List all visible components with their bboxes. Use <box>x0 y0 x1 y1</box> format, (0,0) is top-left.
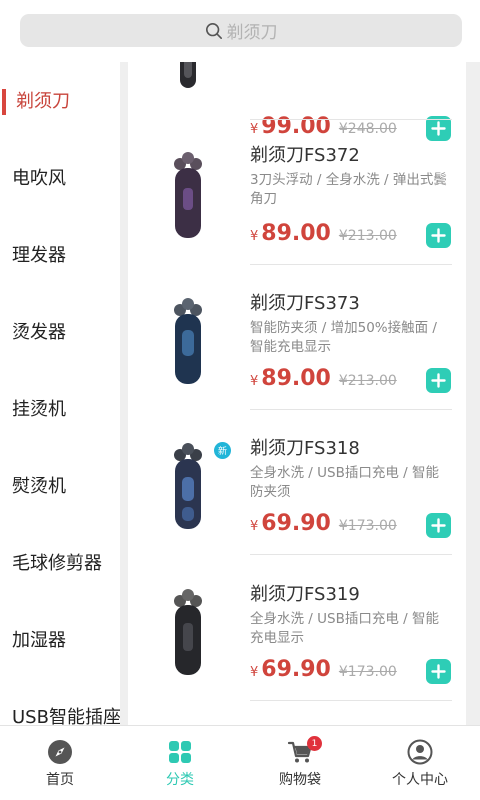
tab-label: 分类 <box>166 772 194 788</box>
original-price: ¥173.00 <box>338 664 397 680</box>
product-card[interactable]: 剃须刀FS373 智能防夹须 / 增加50%接触面 / 智能充电显示 ¥ 89.… <box>128 265 466 410</box>
category-item-curler[interactable]: 烫发器 <box>0 311 120 351</box>
compass-icon <box>48 740 72 764</box>
category-item-hair-clipper[interactable]: 理发器 <box>0 234 120 274</box>
grid-icon <box>169 741 191 763</box>
product-card[interactable]: 剃须刀FS372 3刀头浮动 / 全身水洗 / 弹出式鬓角刀 ¥ 89.00 ¥… <box>128 120 466 265</box>
plus-icon <box>431 664 446 679</box>
search-placeholder: 剃须刀 <box>226 23 278 43</box>
tab-shopping-bag[interactable]: 1 购物袋 <box>240 726 360 800</box>
price-row: ¥ 89.00 ¥213.00 <box>250 366 397 394</box>
search-header: 剃须刀 <box>0 0 480 62</box>
tab-home[interactable]: 首页 <box>0 726 120 800</box>
product-name: 剃须刀FS373 <box>250 293 360 314</box>
plus-icon <box>431 228 446 243</box>
price: 89.00 <box>261 366 331 391</box>
tab-label: 购物袋 <box>279 772 321 788</box>
original-price: ¥173.00 <box>338 518 397 534</box>
category-label: USB智能插座 <box>12 707 120 725</box>
column-divider <box>120 62 128 725</box>
product-description: 3刀头浮动 / 全身水洗 / 弹出式鬓角刀 <box>250 172 447 207</box>
product-card[interactable]: 新 剃须刀FS318 全身水洗 / USB插口充电 / 智能防夹须 ¥ 69.9… <box>128 410 466 555</box>
category-label: 加湿器 <box>12 630 66 651</box>
category-label: 挂烫机 <box>12 399 66 420</box>
tab-label: 个人中心 <box>392 772 448 788</box>
row-separator <box>250 700 452 701</box>
category-item-iron[interactable]: 熨烫机 <box>0 465 120 505</box>
user-icon <box>407 739 433 765</box>
category-label: 理发器 <box>12 245 66 266</box>
tab-profile[interactable]: 个人中心 <box>360 726 480 800</box>
add-to-cart-button[interactable] <box>426 659 451 684</box>
category-item-humidifier[interactable]: 加湿器 <box>0 619 120 659</box>
category-item-garment-steamer[interactable]: 挂烫机 <box>0 388 120 428</box>
add-to-cart-button[interactable] <box>426 513 451 538</box>
category-label: 烫发器 <box>12 322 66 343</box>
category-label: 毛球修剪器 <box>12 553 102 574</box>
price: 69.90 <box>261 657 331 682</box>
add-to-cart-button[interactable] <box>426 223 451 248</box>
right-gutter <box>466 62 480 725</box>
category-sidebar: 剃须刀 电吹风 理发器 烫发器 挂烫机 熨烫机 毛球修剪器 加湿器 USB智能插… <box>0 62 120 725</box>
price-row: ¥ 89.00 ¥213.00 <box>250 221 397 249</box>
product-description: 全身水洗 / USB插口充电 / 智能防夹须 <box>250 465 439 500</box>
cart-count-badge: 1 <box>307 736 322 751</box>
category-label: 剃须刀 <box>16 91 70 112</box>
category-item-smart-socket[interactable]: USB智能插座 <box>0 696 120 725</box>
price: 69.90 <box>261 511 331 536</box>
price-row: ¥ 69.90 ¥173.00 <box>250 657 397 685</box>
product-name: 剃须刀FS372 <box>250 145 360 166</box>
plus-icon <box>431 373 446 388</box>
product-card[interactable]: ¥ 99.00 ¥248.00 <box>128 62 466 141</box>
currency-symbol: ¥ <box>250 665 259 680</box>
search-icon <box>205 22 222 39</box>
category-label: 电吹风 <box>12 168 66 189</box>
product-list: ¥ 99.00 ¥248.00 剃须刀FS372 3刀头浮动 / 全身水洗 / … <box>128 62 466 725</box>
tab-label: 首页 <box>46 772 74 788</box>
product-name: 剃须刀FS318 <box>250 438 360 459</box>
category-item-lint-remover[interactable]: 毛球修剪器 <box>0 542 120 582</box>
new-badge: 新 <box>214 442 231 459</box>
currency-symbol: ¥ <box>250 229 259 244</box>
category-label: 熨烫机 <box>12 476 66 497</box>
product-description: 全身水洗 / USB插口充电 / 智能充电显示 <box>250 611 439 646</box>
active-indicator <box>2 89 6 115</box>
product-name: 剃须刀FS319 <box>250 584 360 605</box>
product-description: 智能防夹须 / 增加50%接触面 / 智能充电显示 <box>250 320 437 355</box>
price-row: ¥ 69.90 ¥173.00 <box>250 511 397 539</box>
add-to-cart-button[interactable] <box>426 368 451 393</box>
currency-symbol: ¥ <box>250 519 259 534</box>
plus-icon <box>431 518 446 533</box>
product-card[interactable]: 剃须刀FS319 全身水洗 / USB插口充电 / 智能充电显示 ¥ 69.90… <box>128 556 466 701</box>
shaver-image <box>174 298 202 384</box>
row-separator <box>250 554 452 555</box>
price: 89.00 <box>261 221 331 246</box>
category-item-hair-dryer[interactable]: 电吹风 <box>0 157 120 197</box>
original-price: ¥213.00 <box>338 228 397 244</box>
shaver-image <box>180 62 196 88</box>
shaver-image <box>174 152 202 238</box>
shaver-image <box>174 589 202 675</box>
shaver-image <box>174 443 202 529</box>
original-price: ¥213.00 <box>338 373 397 389</box>
currency-symbol: ¥ <box>250 374 259 389</box>
bottom-tab-bar: 首页 分类 1 购物袋 个人中心 <box>0 725 480 800</box>
search-input[interactable]: 剃须刀 <box>20 14 462 47</box>
tab-category[interactable]: 分类 <box>120 726 240 800</box>
category-item-shaver[interactable]: 剃须刀 <box>0 80 120 120</box>
